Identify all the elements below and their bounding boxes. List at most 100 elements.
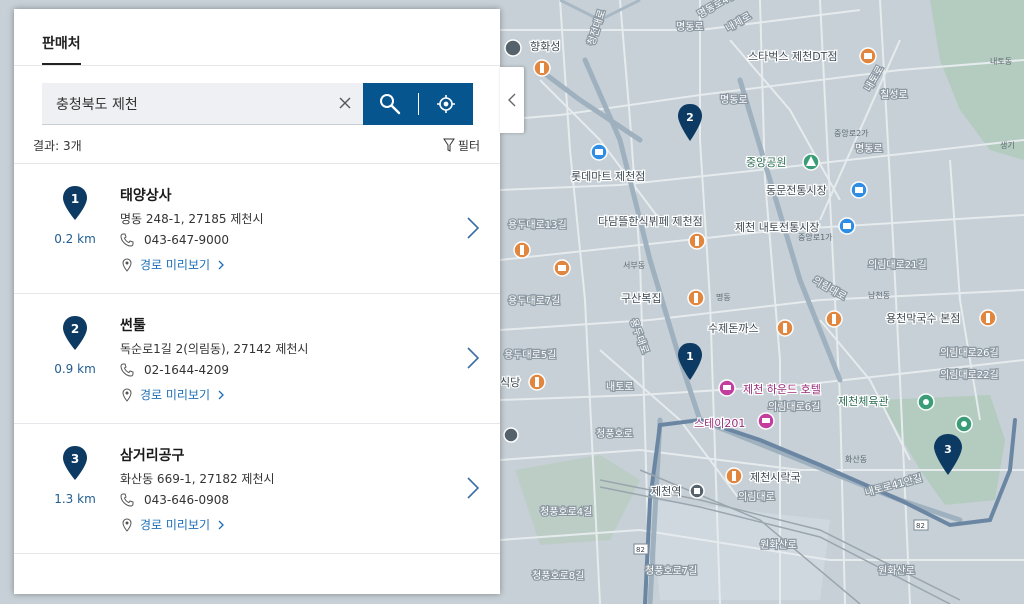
route-preview-link[interactable]: 경로 미리보기 bbox=[120, 386, 224, 403]
chevron-right-icon[interactable] bbox=[466, 476, 480, 500]
store-phone-number: 043-647-9000 bbox=[144, 233, 230, 247]
map-area-label: 생기 bbox=[1000, 140, 1015, 150]
store-list: 1 0.2 km 태양상사 명동 248-1, 27185 제천시 043-64… bbox=[14, 164, 500, 554]
panel-title-tab[interactable]: 판매처 bbox=[42, 35, 81, 65]
svg-text:구산복집: 구산복집 bbox=[621, 292, 661, 305]
store-marker: 3 bbox=[63, 446, 87, 480]
map-road-label: 청풍호로 bbox=[596, 428, 633, 440]
filter-label: 필터 bbox=[457, 138, 480, 153]
map-road-label: 의림대로6길 bbox=[768, 400, 820, 413]
svg-text:2: 2 bbox=[686, 111, 694, 124]
map-road-label: 용두대로13길 bbox=[508, 218, 567, 231]
store-phone[interactable]: 043-646-0908 bbox=[120, 493, 229, 507]
map-road-label: 용두대로5길 bbox=[504, 348, 556, 361]
phone-icon bbox=[120, 233, 134, 247]
store-name: 썬툴 bbox=[120, 318, 146, 334]
store-name: 태양상사 bbox=[120, 188, 172, 204]
clear-search-button[interactable] bbox=[335, 93, 355, 113]
map-road-label: 의림대로26길 bbox=[940, 346, 999, 359]
svg-text:향화성: 향화성 bbox=[530, 40, 560, 53]
map-area-label: 남천동 bbox=[868, 290, 890, 300]
close-icon bbox=[339, 97, 351, 109]
store-marker: 2 bbox=[63, 316, 87, 350]
map-road-label: 명동로 bbox=[855, 143, 883, 155]
store-list-item[interactable]: 2 0.9 km 썬툴 독순로1길 2(의림동), 27142 제천시 02-1… bbox=[14, 294, 500, 424]
store-phone[interactable]: 02-1644-4209 bbox=[120, 363, 229, 377]
svg-text:제천역: 제천역 bbox=[651, 484, 681, 498]
search-actions bbox=[363, 83, 473, 125]
search-input-wrapper bbox=[42, 83, 363, 125]
chevron-right-icon bbox=[218, 260, 224, 270]
svg-text:중앙공원: 중앙공원 bbox=[746, 156, 786, 169]
svg-text:1: 1 bbox=[686, 350, 694, 363]
map-road-label: 원화산로 bbox=[878, 565, 915, 577]
svg-text:82: 82 bbox=[916, 522, 925, 530]
location-pin-icon bbox=[120, 257, 134, 272]
map-area-label: 화산동 bbox=[845, 454, 867, 464]
map-area-label: 명동 bbox=[716, 292, 731, 302]
svg-text:롯데마트 제천점: 롯데마트 제천점 bbox=[571, 169, 645, 183]
poi-jungang-park[interactable]: 중앙공원 bbox=[745, 153, 820, 171]
filter-icon bbox=[442, 138, 455, 152]
map-road-label: 원화산로 bbox=[760, 539, 797, 551]
svg-text:용천막국수 본점: 용천막국수 본점 bbox=[886, 311, 960, 325]
store-address: 독순로1길 2(의림동), 27142 제천시 bbox=[120, 342, 309, 356]
chevron-left-icon bbox=[508, 93, 516, 107]
store-marker-number: 3 bbox=[70, 452, 80, 466]
location-pin-icon bbox=[120, 387, 134, 402]
phone-icon bbox=[120, 493, 134, 507]
map-area-label: 중앙로2가 bbox=[834, 128, 869, 138]
filter-button[interactable]: 필터 bbox=[442, 137, 480, 154]
svg-text:다담뜰한식뷔페 제천점: 다담뜰한식뷔페 제천점 bbox=[598, 214, 703, 228]
svg-text:식당: 식당 bbox=[500, 376, 520, 389]
map-road-label: 청풍호로8길 bbox=[532, 569, 584, 582]
store-locator-panel: 판매처 결과: 3개 필터 bbox=[14, 9, 500, 594]
divider bbox=[14, 65, 500, 66]
locate-me-button[interactable] bbox=[418, 83, 473, 125]
svg-text:3: 3 bbox=[944, 443, 952, 456]
location-pin-icon bbox=[120, 517, 134, 532]
store-marker-number: 2 bbox=[70, 322, 80, 336]
crosshair-icon bbox=[436, 95, 455, 113]
route-preview-link[interactable]: 경로 미리보기 bbox=[120, 256, 224, 273]
phone-icon bbox=[120, 363, 134, 377]
chevron-right-icon bbox=[218, 520, 224, 530]
search-input[interactable] bbox=[42, 83, 332, 124]
map-road-label: 칠성로 bbox=[880, 89, 908, 101]
store-address: 화산동 669-1, 27182 제천시 bbox=[120, 472, 275, 486]
svg-text:제천 하운드 호텔: 제천 하운드 호텔 bbox=[743, 382, 821, 396]
svg-text:제천 내토전통시장: 제천 내토전통시장 bbox=[735, 220, 819, 234]
store-phone-number: 02-1644-4209 bbox=[144, 363, 230, 377]
store-name: 삼거리공구 bbox=[120, 448, 185, 464]
poi-suje[interactable]: 수제돈까스 bbox=[707, 319, 794, 337]
route-preview-label: 경로 미리보기 bbox=[140, 388, 211, 402]
map-road-label: 명동로 bbox=[720, 94, 748, 106]
map-road-label: 의림대로21길 bbox=[868, 258, 927, 271]
search-bar bbox=[42, 83, 473, 125]
search-button[interactable] bbox=[363, 83, 418, 125]
store-distance: 0.9 km bbox=[54, 362, 96, 376]
search-icon bbox=[380, 94, 401, 115]
results-bar: 결과: 3개 필터 bbox=[33, 135, 480, 155]
svg-text:스테이201: 스테이201 bbox=[694, 417, 745, 430]
map-road-label: 용두대로7길 bbox=[508, 294, 560, 307]
chevron-right-icon bbox=[218, 390, 224, 400]
poi-sirak[interactable]: 제천시락국 bbox=[725, 467, 802, 485]
svg-text:제천체육관: 제천체육관 bbox=[838, 394, 889, 408]
store-list-item[interactable]: 1 0.2 km 태양상사 명동 248-1, 27185 제천시 043-64… bbox=[14, 164, 500, 294]
chevron-right-icon[interactable] bbox=[466, 346, 480, 370]
store-distance: 0.2 km bbox=[54, 232, 96, 246]
route-preview-link[interactable]: 경로 미리보기 bbox=[120, 516, 224, 533]
collapse-panel-button[interactable] bbox=[500, 67, 524, 133]
store-marker-number: 1 bbox=[70, 192, 80, 206]
route-preview-label: 경로 미리보기 bbox=[140, 518, 211, 532]
map-area-label: 서부동 bbox=[623, 261, 645, 270]
chevron-right-icon[interactable] bbox=[466, 216, 480, 240]
poi-jecheon-station[interactable]: 제천역 bbox=[650, 483, 705, 499]
map-road-label: 의림대로 bbox=[738, 491, 775, 503]
store-phone[interactable]: 043-647-9000 bbox=[120, 233, 229, 247]
svg-text:동문전통시장: 동문전통시장 bbox=[766, 184, 827, 197]
poi-food-misc[interactable] bbox=[825, 310, 843, 328]
store-list-item[interactable]: 3 1.3 km 삼거리공구 화산동 669-1, 27182 제천시 043-… bbox=[14, 424, 500, 554]
route-preview-label: 경로 미리보기 bbox=[140, 258, 211, 272]
